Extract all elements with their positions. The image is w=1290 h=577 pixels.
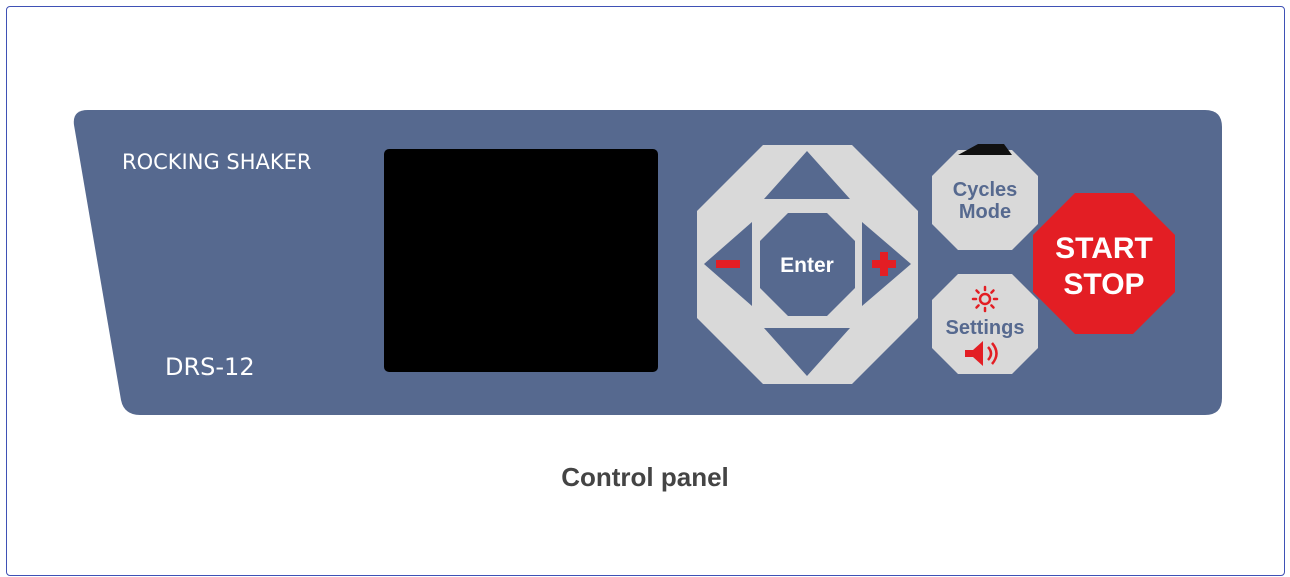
start-stop-button[interactable]: START STOP (1033, 193, 1175, 334)
lcd-display (384, 149, 658, 372)
navigation-keypad: Enter (697, 145, 918, 384)
enter-label: Enter (780, 254, 834, 277)
cycles-label: Cycles (953, 179, 1018, 201)
stop-label: STOP (1063, 268, 1144, 301)
settings-button[interactable]: Settings (932, 274, 1038, 374)
model-label: DRS-12 (165, 353, 255, 381)
figure-caption: Control panel (561, 462, 729, 492)
minus-icon (716, 260, 740, 268)
settings-label: Settings (946, 317, 1025, 339)
mode-label: Mode (959, 201, 1011, 223)
brand-label: ROCKING SHAKER (122, 150, 312, 174)
start-label: START (1055, 232, 1153, 265)
